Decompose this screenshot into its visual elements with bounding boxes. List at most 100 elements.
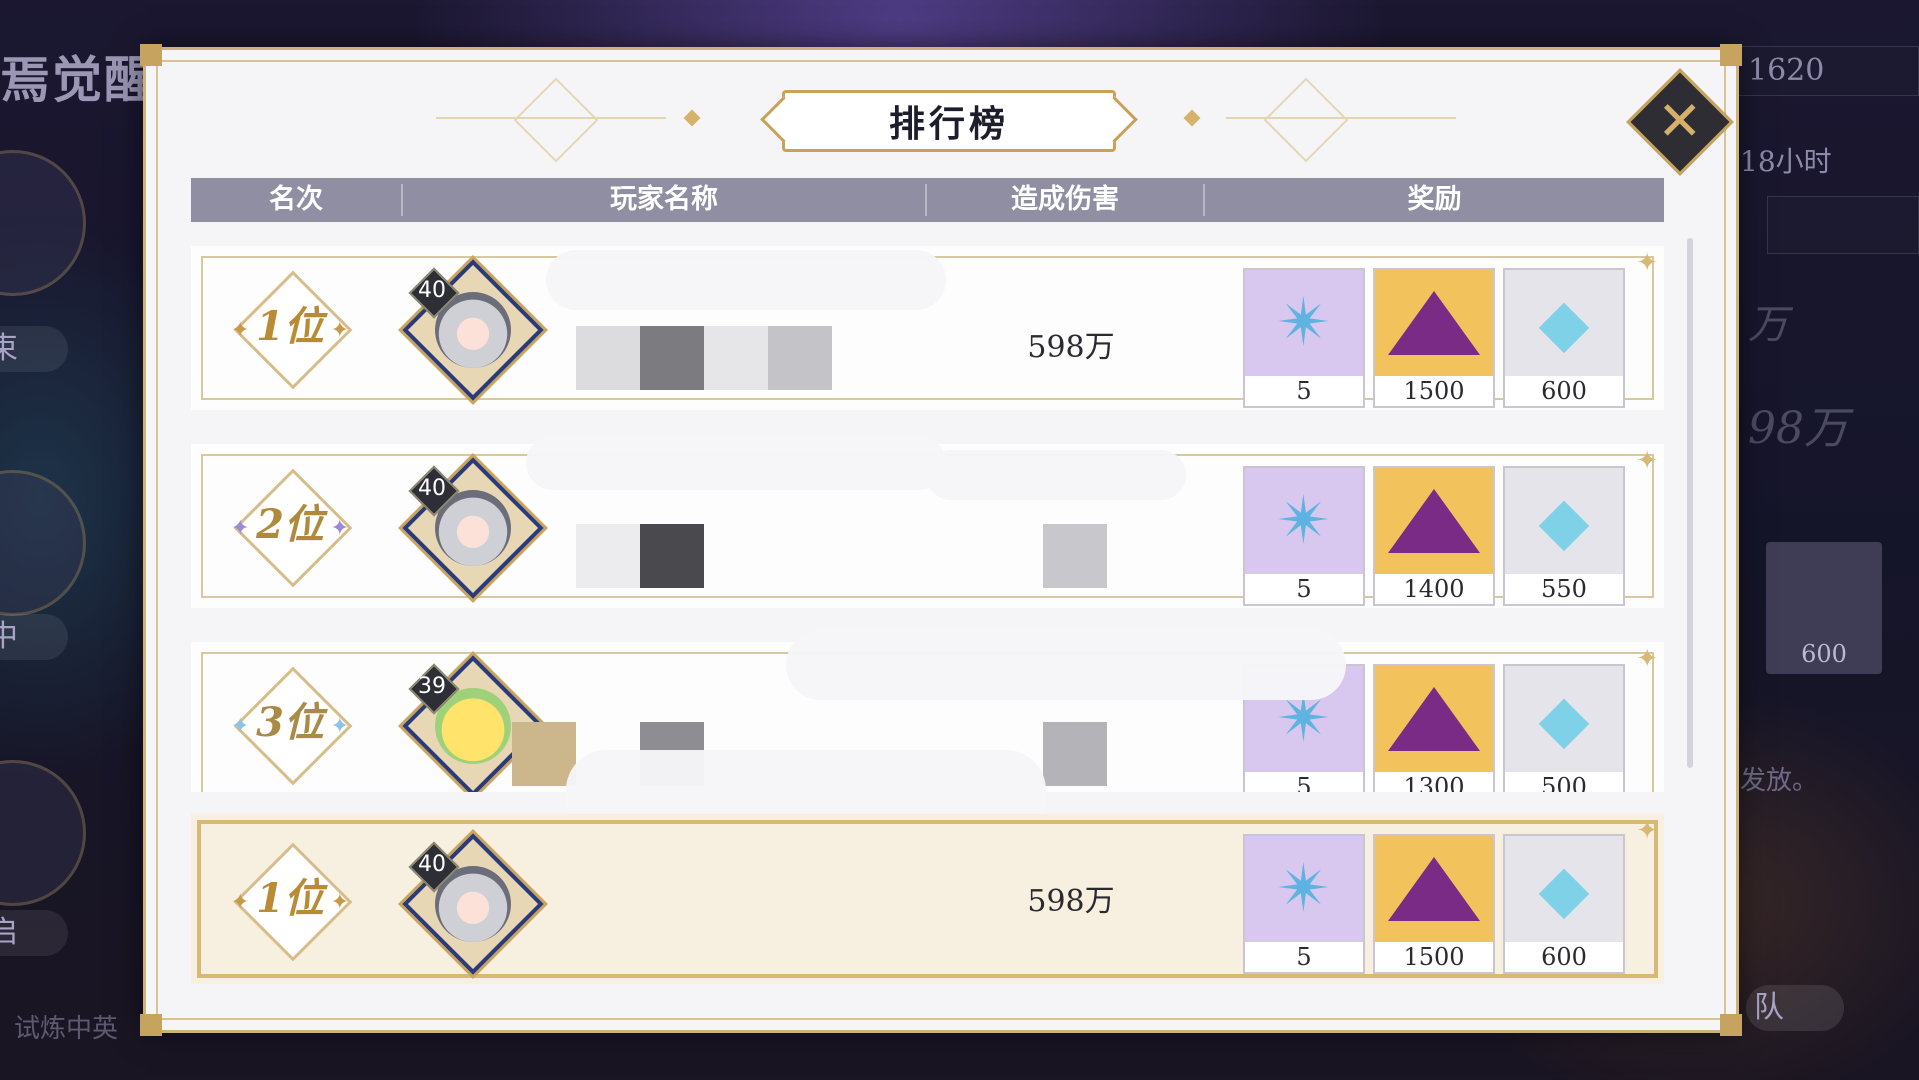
- privacy-blur: [786, 630, 1346, 700]
- title-deco-dot-left: [683, 109, 701, 127]
- reward-count: 1300: [1375, 772, 1493, 792]
- rank-label: 1位: [256, 303, 324, 350]
- title-deco-diamond-right: [1263, 77, 1349, 163]
- mosaic-cell: [512, 722, 576, 786]
- damage-value: 598万: [1027, 330, 1115, 365]
- reward-count: 1500: [1375, 942, 1493, 972]
- title-deco-dot-right: [1183, 109, 1201, 127]
- rank-badge: ✦ ✦ 3位: [231, 666, 353, 786]
- close-icon: ✕: [1657, 90, 1703, 153]
- player-avatar[interactable]: 40: [402, 833, 544, 975]
- reward-count: 550: [1505, 574, 1623, 604]
- reward-image: [1375, 468, 1493, 574]
- reward-image: ◆: [1505, 666, 1623, 772]
- level-badge: 40: [408, 841, 460, 893]
- sparkle-icon: ✦: [1636, 248, 1658, 278]
- sparkle-icon: ✦: [1636, 644, 1658, 674]
- reward-image: ✴: [1245, 836, 1363, 942]
- player-avatar[interactable]: 40: [402, 259, 544, 401]
- mosaic-cell: [640, 326, 704, 390]
- list-scrollbar[interactable]: [1687, 238, 1693, 768]
- reward-item[interactable]: 1400: [1373, 466, 1495, 606]
- compass-star-icon: ✴: [1276, 850, 1332, 927]
- reward-item[interactable]: ◆ 600: [1503, 834, 1625, 974]
- reward-image: ✴: [1245, 270, 1363, 376]
- player-avatar[interactable]: 40: [402, 457, 544, 599]
- bg-note: 发放。: [1740, 766, 1819, 796]
- reward-item[interactable]: 1500: [1373, 268, 1495, 408]
- table-header: 名次 玩家名称 造成伤害 奖励: [191, 178, 1664, 222]
- crystal-gem-icon: ◆: [1538, 680, 1590, 757]
- crystal-gem-icon: ◆: [1538, 482, 1590, 559]
- damage-value: 598万: [1027, 884, 1115, 919]
- leaderboard-dialog: 排行榜 ✕ 名次 玩家名称 造成伤害 奖励 ✦ ✦ ✦ 1位 40 598万 ✴…: [140, 44, 1742, 1036]
- rank-label: 3位: [256, 699, 324, 746]
- level-number: 39: [418, 674, 446, 699]
- reward-image: ✴: [1245, 468, 1363, 574]
- header-rank: 名次: [269, 184, 323, 215]
- level-number: 40: [418, 278, 446, 303]
- level-badge: 39: [408, 663, 460, 715]
- reward-count: 1400: [1375, 574, 1493, 604]
- corner-ornament: [1720, 44, 1742, 66]
- dialog-title: 排行榜: [782, 90, 1116, 152]
- reward-item[interactable]: ✴ 5: [1243, 834, 1365, 974]
- mosaic-cell: [640, 524, 704, 588]
- corner-ornament: [140, 1014, 162, 1036]
- rank-badge: ✦ ✦ 2位: [231, 468, 353, 588]
- sparkle-icon: ✦: [1636, 816, 1658, 846]
- side-tab-2[interactable]: 中: [0, 614, 68, 660]
- header-damage: 造成伤害: [1011, 184, 1119, 215]
- event-title: 焉觉醒: [0, 50, 156, 109]
- reward-count: 600: [1505, 942, 1623, 972]
- reward-count: 5: [1245, 942, 1363, 972]
- score-display: 1620: [1735, 46, 1919, 96]
- reward-image: [1375, 666, 1493, 772]
- privacy-blur: [926, 450, 1186, 500]
- sparkle-icon: ✦: [1636, 446, 1658, 476]
- reward-item[interactable]: 1500: [1373, 834, 1495, 974]
- reward-image: [1375, 270, 1493, 376]
- player-avatar[interactable]: 39: [402, 655, 544, 792]
- reward-item[interactable]: ✴ 5: [1243, 268, 1365, 408]
- compass-star-icon: ✴: [1276, 284, 1332, 361]
- mosaic-cell: [576, 524, 640, 588]
- close-button[interactable]: ✕: [1626, 68, 1734, 176]
- purple-sand-icon: [1388, 687, 1480, 751]
- reward-item[interactable]: ◆ 500: [1503, 664, 1625, 792]
- reward-item[interactable]: ◆ 600: [1503, 268, 1625, 408]
- my-rank-row[interactable]: ✦ ✦ ✦ 1位 40 598万 ✴ 5 1500 ◆ 600: [191, 814, 1664, 984]
- crystal-gem-icon: ◆: [1538, 284, 1590, 361]
- compass-star-icon: ✴: [1276, 482, 1332, 559]
- header-player-name: 玩家名称: [610, 184, 718, 215]
- side-tab-3[interactable]: 启: [0, 910, 68, 956]
- team-button[interactable]: 队: [1746, 985, 1844, 1031]
- reward-count: 1500: [1375, 376, 1493, 406]
- purple-sand-icon: [1388, 489, 1480, 553]
- rank-label: 1位: [256, 875, 324, 922]
- purple-sand-icon: [1388, 291, 1480, 355]
- mosaic-cell: [576, 326, 640, 390]
- dialog-title-plate: 排行榜: [746, 86, 1146, 154]
- reward-count: 600: [1505, 376, 1623, 406]
- reward-item[interactable]: 1300: [1373, 664, 1495, 792]
- bg-reward-card: 600: [1766, 542, 1882, 674]
- level-number: 40: [418, 852, 446, 877]
- rank-label: 2位: [256, 501, 324, 548]
- mosaic-cell: [704, 326, 768, 390]
- corner-ornament: [140, 44, 162, 66]
- reward-count: 5: [1245, 376, 1363, 406]
- reward-count: 5: [1245, 574, 1363, 604]
- level-number: 40: [418, 476, 446, 501]
- mosaic-cell: [768, 326, 832, 390]
- reward-item[interactable]: ✴ 5: [1243, 466, 1365, 606]
- reward-image: ◆: [1505, 468, 1623, 574]
- reward-image: [1375, 836, 1493, 942]
- timer-text: 18小时: [1740, 145, 1832, 178]
- reward-item[interactable]: ◆ 550: [1503, 466, 1625, 606]
- corner-ornament: [1720, 1014, 1742, 1036]
- side-tab-1[interactable]: 束: [0, 326, 68, 372]
- bg-damage-partial: 万: [1748, 302, 1788, 348]
- reward-count: 5: [1245, 772, 1363, 792]
- title-deco-diamond-left: [513, 77, 599, 163]
